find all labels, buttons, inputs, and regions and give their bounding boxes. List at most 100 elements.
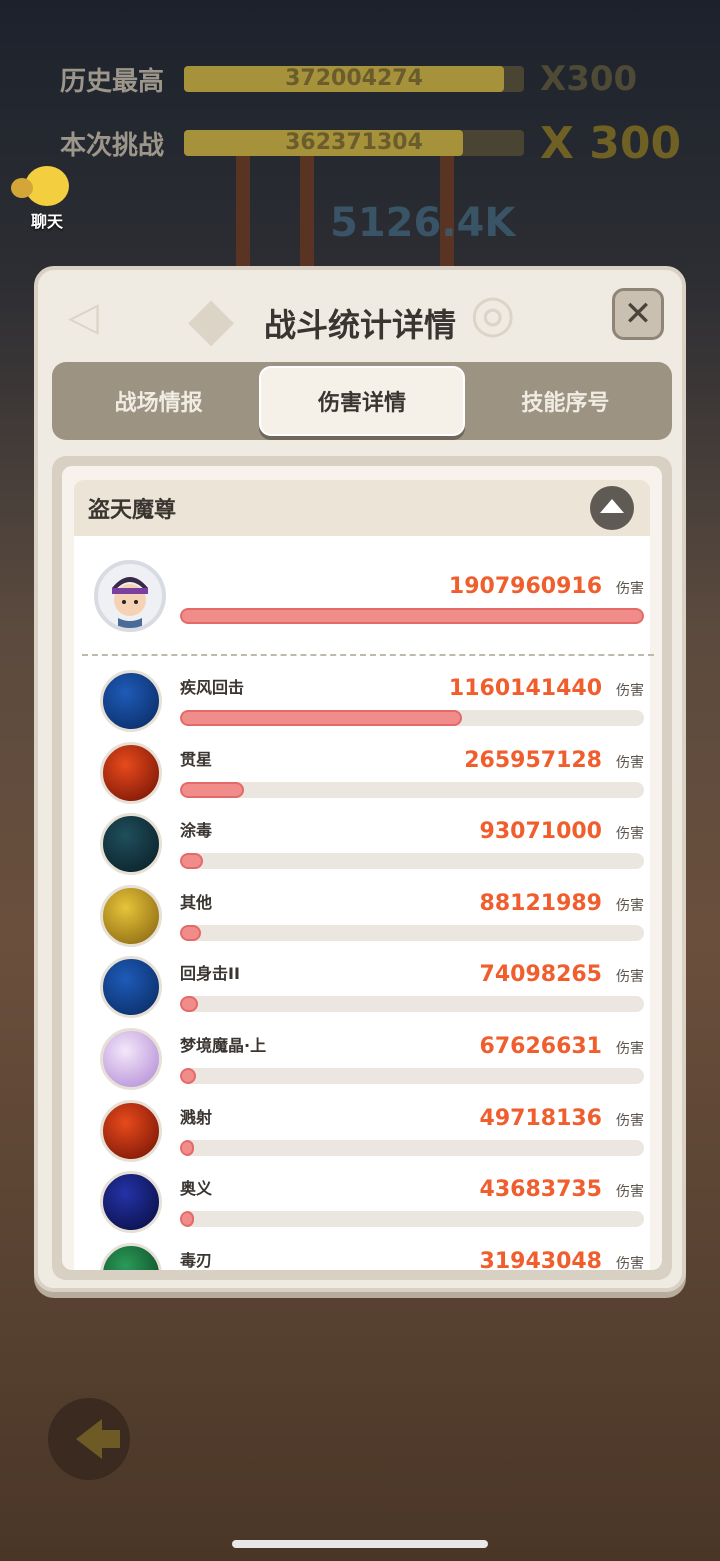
skill-name: 奥义	[180, 1179, 213, 1199]
current-challenge-value: 362371304	[285, 130, 423, 155]
splash-icon	[100, 1099, 162, 1162]
skill-damage-bar	[180, 1068, 644, 1084]
chat-label: 聊天	[30, 212, 63, 231]
chat-button[interactable]: 聊天	[10, 166, 84, 232]
skill-damage-value: 31943048	[479, 1248, 602, 1270]
skill-damage-unit: 伤害	[616, 969, 644, 986]
skill-damage-value: 1160141440	[448, 676, 602, 701]
skill-damage-value: 265957128	[464, 747, 602, 773]
divider	[82, 654, 654, 656]
skill-damage-fill	[180, 924, 202, 941]
skill-row: 其他 88121989 伤害	[74, 884, 650, 957]
skill-damage-unit: 伤害	[616, 754, 644, 771]
skill-name: 溅射	[180, 1107, 213, 1127]
skill-damage-fill	[180, 710, 463, 726]
skill-damage-fill	[180, 853, 203, 870]
poison-blade-icon	[100, 1242, 162, 1270]
skill-name: 涂毒	[180, 821, 213, 841]
tab-damage-details[interactable]: 伤害详情	[259, 366, 465, 436]
back-arrow-icon	[76, 1419, 120, 1459]
star-pierce-icon	[100, 741, 162, 804]
skill-damage-unit: 伤害	[616, 1184, 644, 1201]
skill-damage-bar	[180, 996, 644, 1013]
tab-skill-order[interactable]: 技能序号	[465, 368, 666, 434]
skill-damage-unit: 伤害	[616, 826, 644, 843]
current-challenge-label: 本次挑战	[60, 130, 165, 161]
vortex-icon	[100, 1171, 162, 1234]
skill-damage-fill	[180, 781, 245, 798]
box-icon	[100, 884, 162, 947]
skill-name: 毒刃	[180, 1250, 213, 1270]
poison-drop-icon	[100, 813, 162, 876]
skill-row: 毒刃 31943048 伤害	[74, 1242, 650, 1270]
skill-damage-bar	[180, 1139, 644, 1156]
close-button[interactable]: ✕	[612, 288, 664, 340]
history-best-label: 历史最高	[60, 66, 165, 97]
skill-row: 涂毒 93071000 伤害	[74, 813, 650, 885]
skill-damage-unit: 伤害	[616, 1255, 644, 1270]
skill-row: 回身击II 74098265 伤害	[74, 956, 650, 1028]
skill-damage-fill	[180, 996, 199, 1013]
hero-damage-unit: 伤害	[616, 581, 644, 597]
tab-battle-intel[interactable]: 战场情报	[58, 368, 259, 434]
skill-name: 其他	[180, 892, 213, 912]
damage-popup: 5126.4K	[330, 200, 516, 246]
group-name: 盗天魔尊	[88, 498, 177, 523]
skill-damage-bar	[180, 781, 644, 798]
home-indicator[interactable]	[232, 1540, 488, 1548]
skill-damage-fill	[180, 1211, 194, 1228]
current-multiplier: X 300	[540, 117, 682, 169]
skill-row: 贯星 265957128 伤害	[74, 741, 650, 814]
history-multiplier: X300	[540, 59, 638, 99]
history-best-value: 372004274	[285, 66, 423, 91]
hero-damage-bar	[180, 608, 644, 624]
tab-bar: 战场情报 伤害详情 技能序号	[52, 362, 672, 440]
skill-damage-value: 88121989	[479, 890, 602, 916]
skill-row: 奥义 43683735 伤害	[74, 1171, 650, 1243]
chat-bubble-icon	[11, 166, 69, 206]
group-body: 1907960916 伤害 疾风回击 1160141440 伤害 贯星 26595712…	[74, 536, 654, 1270]
skill-damage-unit: 伤害	[616, 683, 644, 699]
skill-damage-unit: 伤害	[616, 1112, 644, 1129]
history-best-bar: 372004274	[184, 66, 524, 92]
spin-strike-icon	[100, 956, 162, 1019]
skill-row: 溅射 49718136 伤害	[74, 1099, 650, 1172]
back-button[interactable]	[48, 1398, 130, 1480]
skill-damage-value: 93071000	[479, 819, 602, 845]
skill-damage-unit: 伤害	[616, 1041, 644, 1057]
skill-row: 梦境魔晶·上 67626631 伤害	[74, 1028, 650, 1100]
skill-damage-fill	[180, 1139, 194, 1156]
skill-damage-value: 49718136	[479, 1105, 602, 1131]
skill-row: 疾风回击 1160141440 伤害	[74, 670, 650, 742]
damage-list-frame: 盗天魔尊 1907960916 伤害 疾风回击 1160141440 伤害 贯星…	[52, 456, 672, 1280]
wind-strike-icon	[100, 670, 162, 732]
skill-name: 回身击II	[180, 964, 240, 984]
skill-name: 贯星	[180, 749, 213, 769]
hero-row: 1907960916 伤害	[74, 560, 650, 632]
hero-damage-fill	[180, 608, 644, 624]
skill-name: 梦境魔晶·上	[180, 1036, 267, 1055]
collapse-button[interactable]	[590, 486, 634, 530]
background-pillar	[236, 140, 250, 280]
skill-damage-value: 74098265	[479, 962, 602, 988]
hero-damage-value: 1907960916	[448, 574, 602, 599]
modal-title: 战斗统计详情	[263, 306, 456, 344]
dream-crystal-icon	[100, 1028, 162, 1090]
background-pillar	[300, 140, 314, 280]
skill-damage-bar	[180, 924, 644, 941]
skill-damage-value: 43683735	[479, 1177, 602, 1203]
battle-stats-modal: ◁ ◆ ◎ 战斗统计详情 ✕ 战场情报 伤害详情 技能序号 盗天魔尊 19079…	[34, 266, 686, 1292]
current-challenge-bar: 362371304	[184, 130, 524, 156]
skill-damage-fill	[180, 1068, 197, 1084]
group-header[interactable]: 盗天魔尊	[74, 480, 650, 536]
damage-list[interactable]: 盗天魔尊 1907960916 伤害 疾风回击 1160141440 伤害 贯星…	[62, 466, 662, 1270]
skill-damage-value: 67626631	[479, 1034, 602, 1059]
skill-name: 疾风回击	[180, 678, 245, 697]
skill-damage-bar	[180, 853, 644, 870]
hero-avatar	[94, 560, 166, 632]
skill-damage-bar	[180, 710, 644, 726]
history-best-row: 历史最高 372004274 X300	[60, 59, 638, 99]
skill-damage-unit: 伤害	[616, 897, 644, 914]
chevron-up-icon	[600, 499, 624, 513]
close-icon: ✕	[623, 294, 653, 334]
